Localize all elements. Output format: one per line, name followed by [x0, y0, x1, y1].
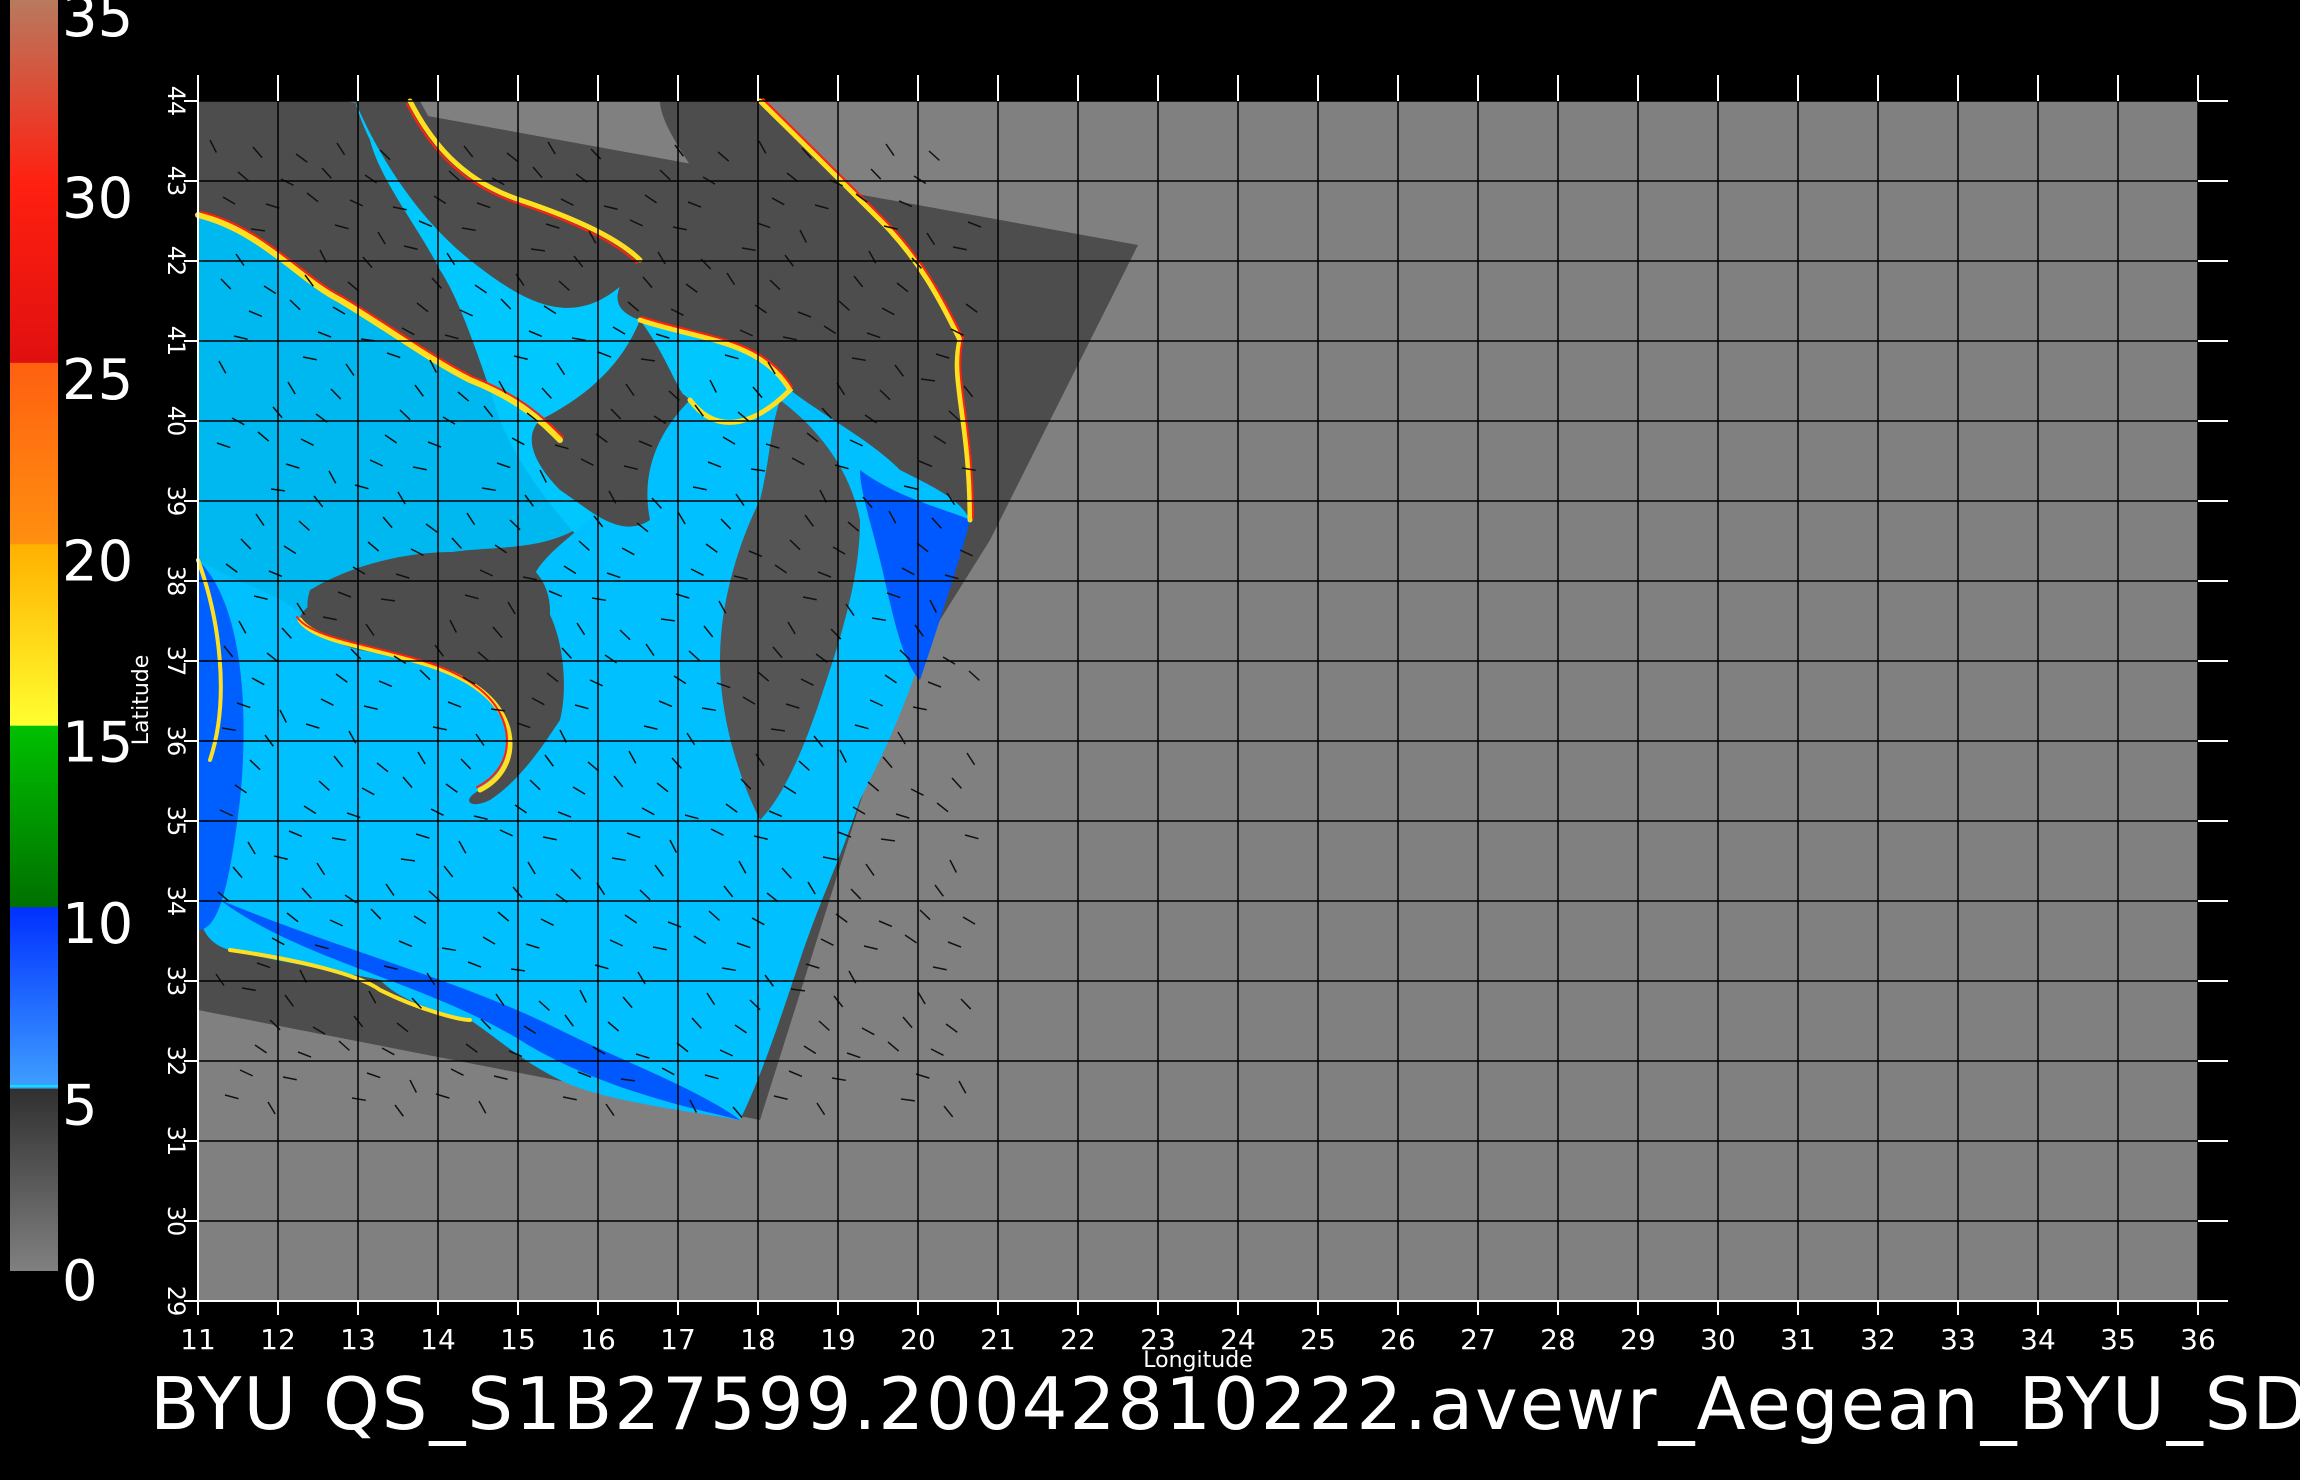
wind-speed-colorbar: 35 30 25 20 15 10 5 0 [10, 0, 133, 1314]
x-tick-label: 34 [2020, 1323, 2056, 1356]
colorbar-segment [10, 362, 58, 546]
y-tick-label: 35 [162, 806, 190, 837]
x-tick-label: 15 [500, 1323, 536, 1356]
colorbar-segment [10, 725, 58, 909]
x-tick-label: 28 [1540, 1323, 1576, 1356]
x-tick-label: 30 [1700, 1323, 1736, 1356]
x-tick-label: 35 [2100, 1323, 2136, 1356]
y-axis-label: Latitude [129, 655, 154, 746]
y-tick-label: 32 [162, 1046, 190, 1077]
x-tick-label: 14 [420, 1323, 456, 1356]
colorbar-segment [10, 0, 58, 183]
colorbar-segment [10, 544, 58, 727]
y-tick-label: 36 [162, 726, 190, 757]
y-tick-label: 42 [162, 246, 190, 277]
y-tick-label: 29 [162, 1286, 190, 1317]
x-tick-label: 18 [740, 1323, 776, 1356]
x-tick-label: 32 [1860, 1323, 1896, 1356]
y-tick-label: 41 [162, 326, 190, 357]
x-tick-label: 33 [1940, 1323, 1976, 1356]
colorbar-label: 35 [62, 0, 133, 50]
y-tick-label: 31 [162, 1126, 190, 1157]
y-tick-label: 39 [162, 486, 190, 517]
x-tick-label: 19 [820, 1323, 856, 1356]
y-tick-label: 30 [162, 1206, 190, 1237]
colorbar-marker [10, 1084, 58, 1087]
colorbar-label: 5 [62, 1074, 98, 1139]
x-tick-label: 16 [580, 1323, 616, 1356]
y-tick-label: 38 [162, 566, 190, 597]
x-tick-label: 12 [260, 1323, 296, 1356]
colorbar-label: 20 [62, 529, 133, 594]
colorbar-label: 30 [62, 166, 133, 231]
map-plot-area: 11 12 13 14 15 16 17 18 19 20 21 22 23 24 25 26 27 28 29 30… [129, 75, 2228, 1373]
x-tick-label: 26 [1380, 1323, 1416, 1356]
colorbar-segment [10, 181, 58, 364]
y-tick-label: 37 [162, 646, 190, 677]
x-tick-label: 20 [900, 1323, 936, 1356]
y-tick-label: 43 [162, 166, 190, 197]
image-caption: BYU QS_S1B27599.20042810222.avewr_Aegean… [150, 1362, 2300, 1446]
x-tick-label: 36 [2180, 1323, 2216, 1356]
colorbar-label: 15 [62, 711, 133, 776]
x-tick-label: 11 [180, 1323, 216, 1356]
x-tick-label: 27 [1460, 1323, 1496, 1356]
colorbar-segment [10, 907, 58, 1090]
x-tick-label: 13 [340, 1323, 376, 1356]
colorbar-label: 10 [62, 892, 133, 957]
y-tick-label: 44 [162, 86, 190, 117]
x-tick-label: 25 [1300, 1323, 1336, 1356]
colorbar-label: 25 [62, 348, 133, 413]
x-tick-label: 22 [1060, 1323, 1096, 1356]
y-tick-label: 40 [162, 406, 190, 437]
x-tick-label: 29 [1620, 1323, 1656, 1356]
x-tick-label: 31 [1780, 1323, 1816, 1356]
x-tick-label: 21 [980, 1323, 1016, 1356]
x-tick-label: 17 [660, 1323, 696, 1356]
y-tick-label: 34 [162, 886, 190, 917]
colorbar-label: 0 [62, 1249, 98, 1314]
colorbar-segment [10, 1088, 58, 1271]
y-tick-label: 33 [162, 966, 190, 997]
y-tick-labels: 29 30 31 32 33 34 35 36 37 38 39 40 41 42 43 44 [162, 86, 190, 1317]
scatterometer-map-figure: 35 30 25 20 15 10 5 0 11 12 13 14 15 16 17 18 1… [10, 0, 2228, 1373]
